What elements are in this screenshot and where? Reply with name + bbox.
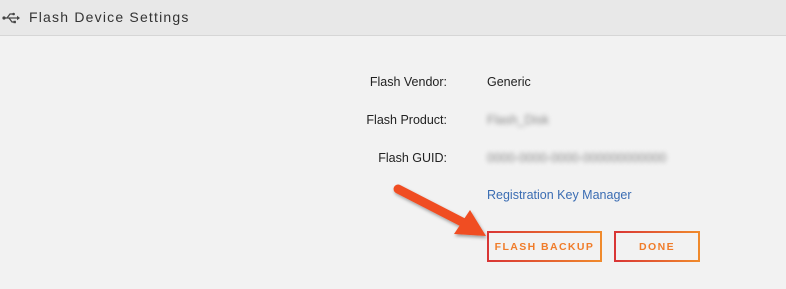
flash-product-label: Flash Product:	[366, 113, 447, 127]
flash-backup-button[interactable]: FLASH BACKUP	[487, 231, 602, 262]
flash-guid-value: 0000-0000-0000-000000000000	[487, 151, 667, 165]
registration-key-manager-link[interactable]: Registration Key Manager	[487, 188, 632, 202]
usb-icon	[2, 12, 20, 24]
flash-vendor-value: Generic	[487, 75, 531, 89]
flash-guid-label: Flash GUID:	[378, 151, 447, 165]
done-button[interactable]: DONE	[614, 231, 700, 262]
page-title: Flash Device Settings	[29, 9, 190, 25]
flash-device-settings-panel: Flash Device Settings Flash Vendor: Gene…	[0, 0, 786, 289]
flash-product-value: Flash_Disk	[487, 113, 549, 127]
annotation-arrow-icon	[393, 184, 486, 236]
panel-header: Flash Device Settings	[0, 0, 786, 36]
flash-vendor-label: Flash Vendor:	[369, 75, 447, 89]
